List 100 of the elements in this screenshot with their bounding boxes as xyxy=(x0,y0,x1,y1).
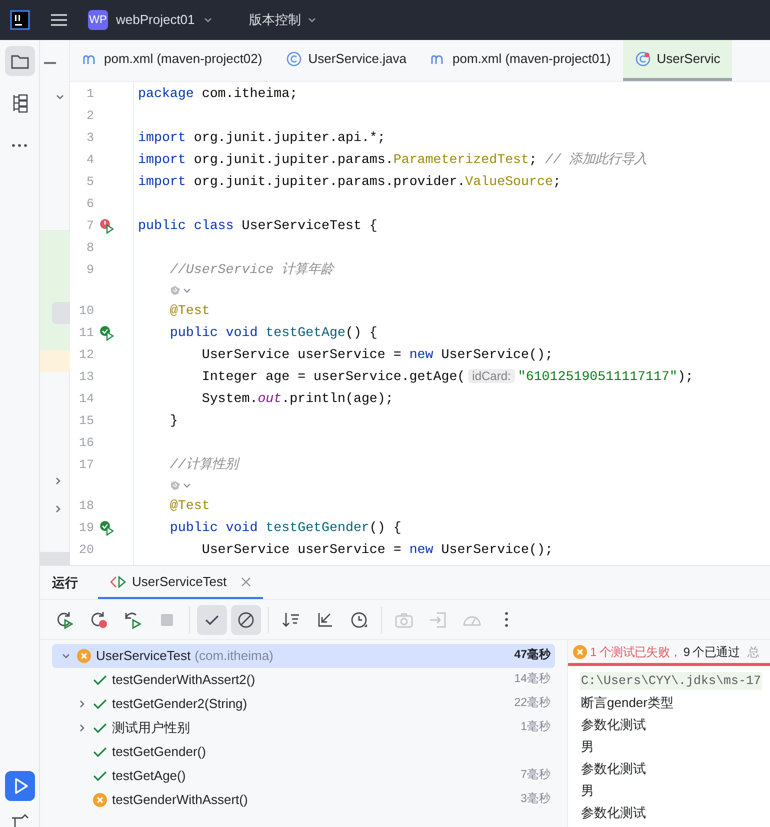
panel-title: 运行 xyxy=(51,574,79,592)
tree-row[interactable]: 测试用户性别 1毫秒 xyxy=(52,716,555,740)
line-number: 13 xyxy=(78,368,94,386)
code-line: @Test xyxy=(168,302,210,320)
console-line: 参数化测试 xyxy=(580,716,647,734)
code-line: @Test xyxy=(168,497,210,516)
tree-row[interactable]: testGetGender() xyxy=(52,740,555,764)
toolbar-button[interactable] xyxy=(197,604,227,634)
tree-row[interactable]: testGenderWithAssert() 3毫秒 xyxy=(52,788,555,812)
failed-count: 1 个测试已失败， xyxy=(590,644,682,660)
vcs-menu[interactable]: 版本控制 xyxy=(244,6,321,34)
code-line: UserService userService = new UserService(); xyxy=(200,346,553,364)
close-tab-button[interactable] xyxy=(240,576,251,586)
console-line: 男 xyxy=(580,782,595,800)
line-number: 6 xyxy=(85,196,94,213)
tree-row[interactable]: testGenderWithAssert2() 14毫秒 xyxy=(52,668,555,692)
tool-window-button[interactable] xyxy=(4,46,34,76)
editor-tab[interactable]: pom.xml (maven-project01) xyxy=(418,40,623,81)
code-line: //计算性别 xyxy=(168,456,238,474)
editor-tab[interactable]: UserServic xyxy=(622,40,732,81)
test-class-icon xyxy=(634,51,651,67)
code-line: public class UserServiceTest { xyxy=(138,217,378,236)
test-duration: 1毫秒 xyxy=(520,719,551,736)
test-name: UserServiceTest xyxy=(96,647,191,666)
editor-tab[interactable]: UserService.java xyxy=(274,40,418,81)
project-badge: WP xyxy=(88,10,108,30)
run-tab[interactable]: UserServiceTest xyxy=(98,566,263,599)
line-number: 7 xyxy=(85,218,94,235)
line-number: 4 xyxy=(85,152,94,169)
test-duration: 22毫秒 xyxy=(514,695,551,712)
code-line: } xyxy=(168,412,178,430)
scrollbar-thumb[interactable] xyxy=(40,552,70,565)
line-number: 18 xyxy=(78,498,94,515)
prohibited-icon xyxy=(236,610,256,630)
line-number: 17 xyxy=(78,456,94,474)
test-duration: 14毫秒 xyxy=(514,671,551,688)
line-number: 20 xyxy=(78,542,94,559)
rerun-failed-icon xyxy=(89,610,109,630)
rerun-icon xyxy=(55,610,75,630)
line-number: 11 xyxy=(78,324,94,342)
test-name: testGenderWithAssert() xyxy=(112,791,248,810)
more-icon xyxy=(12,144,27,146)
test-duration: 47毫秒 xyxy=(514,647,551,664)
chevron-down-icon xyxy=(202,15,213,25)
line-number: 9 xyxy=(85,262,94,279)
vcs-label: 版本控制 xyxy=(248,11,301,30)
test-name: testGenderWithAssert2() xyxy=(112,671,256,690)
console-line: 参数化测试 xyxy=(580,804,647,822)
test-name: testGetGender() xyxy=(112,743,206,762)
test-name: testGetAge() xyxy=(112,767,186,786)
more-icon xyxy=(504,612,508,627)
import-icon xyxy=(428,610,448,630)
line-number: 10 xyxy=(78,302,94,320)
tool-window-button[interactable] xyxy=(4,771,34,801)
total-label: 总 xyxy=(748,644,760,660)
code-line: System.out.println(age); xyxy=(200,390,394,408)
test-duration: 3毫秒 xyxy=(520,791,551,808)
line-number: 15 xyxy=(78,412,94,430)
editor-tab[interactable]: pom.xml (maven-project02) xyxy=(70,40,274,81)
code-line: import org.junit.jupiter.api.*; xyxy=(138,129,386,148)
console-line: 参数化测试 xyxy=(580,760,647,778)
code-vision-icon xyxy=(169,478,193,492)
project-selector[interactable]: WP webProject01 xyxy=(84,6,217,34)
line-number: 1 xyxy=(85,86,94,103)
passed-run-icon xyxy=(99,325,114,341)
test-run-icon xyxy=(110,574,126,588)
code-line: UserService userService = new UserService(); xyxy=(200,541,553,560)
code-line: public void testGetGender() { xyxy=(168,519,402,538)
passed-run-icon xyxy=(99,520,114,536)
code-line: package com.itheima; xyxy=(138,85,298,104)
line-number: 3 xyxy=(85,130,94,147)
chevron-down-icon xyxy=(306,15,317,25)
console-line: 男 xyxy=(580,738,595,756)
failed-run-icon xyxy=(99,218,114,234)
code-line: public void testGetAge() { xyxy=(168,324,378,342)
code-vision-icon xyxy=(169,284,193,298)
chevron-down-icon xyxy=(55,92,65,102)
hammer-icon xyxy=(10,813,28,827)
line-number: 5 xyxy=(85,174,94,191)
line-number: 2 xyxy=(85,108,94,125)
tree-row[interactable]: testGetAge() 7毫秒 xyxy=(52,764,555,788)
line-number: 8 xyxy=(85,240,94,257)
close-icon xyxy=(240,576,251,586)
passed-count: 9 个已通过 xyxy=(683,644,740,660)
toolbar-button[interactable] xyxy=(231,604,261,634)
console-line: 断言gender类型 xyxy=(580,694,674,712)
chevron-right-icon xyxy=(53,476,63,486)
line-number: 14 xyxy=(78,390,94,408)
code-line: //UserService 计算年龄 xyxy=(168,261,334,280)
auto-rerun-icon xyxy=(123,610,143,630)
project-name: webProject01 xyxy=(116,11,195,30)
tree-row[interactable]: UserServiceTest (com.itheima) 47毫秒 xyxy=(52,644,555,668)
clock-icon xyxy=(349,610,369,630)
code-line: import org.junit.jupiter.params.provider.ValueSource; xyxy=(138,173,561,192)
test-package: (com.itheima) xyxy=(194,647,274,666)
tree-row[interactable]: testGetGender2(String) 22毫秒 xyxy=(52,692,555,716)
line-number: 12 xyxy=(78,346,94,364)
class-icon xyxy=(286,51,302,67)
app-logo-icon xyxy=(10,10,30,30)
line-number: 16 xyxy=(78,434,94,452)
